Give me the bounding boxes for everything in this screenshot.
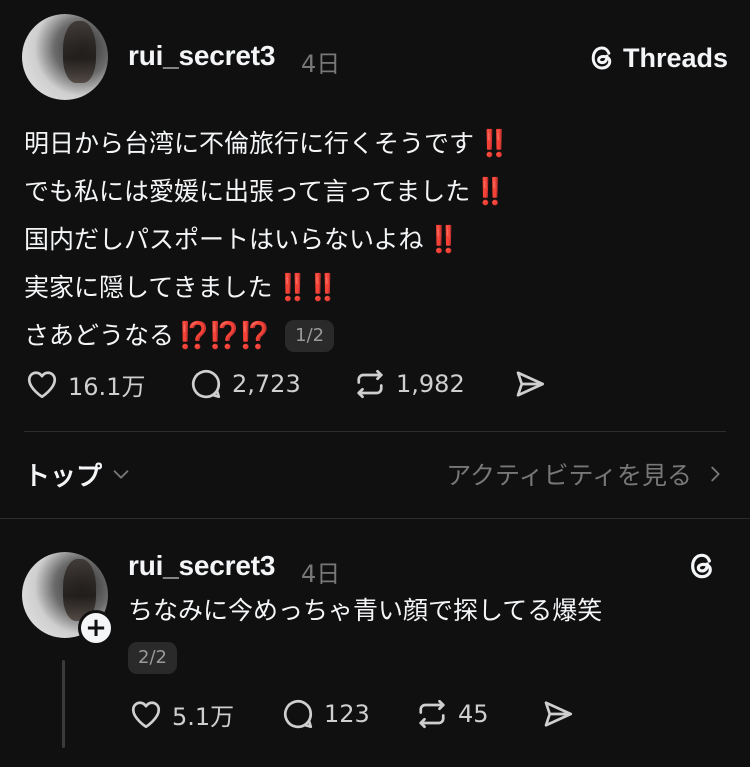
brand-name: Threads — [623, 42, 729, 73]
page-indicator: 2/2 — [128, 642, 177, 674]
post-body: 明日から台湾に不倫旅行に行くそうです ‼️ でも私には愛媛に出張って言ってました… — [24, 120, 510, 360]
post-actions: 16.1万 2,723 1,982 — [24, 366, 548, 402]
post-line: 実家に隠してきました ‼️‼️ — [24, 264, 508, 312]
comment-icon — [191, 370, 221, 399]
emoji: ⁉️⁉️⁉️ — [178, 321, 271, 351]
thread-connector — [62, 660, 65, 748]
post-line: 国内だしパスポートはいらないよね ‼️ — [24, 216, 508, 264]
heart-icon — [131, 701, 161, 729]
threads-logo-icon[interactable] — [686, 550, 718, 582]
send-icon — [516, 371, 545, 397]
divider — [0, 518, 750, 519]
reply-count: 123 — [324, 700, 370, 728]
like-button[interactable]: 16.1万 — [24, 366, 188, 402]
repost-button[interactable]: 45 — [414, 696, 540, 732]
sort-dropdown[interactable]: トップ — [24, 456, 132, 493]
send-icon — [544, 701, 573, 727]
post-line: 明日から台湾に不倫旅行に行くそうです ‼️ — [24, 120, 510, 168]
post-line: さあどうなる ⁉️⁉️⁉️ 1/2 — [24, 312, 508, 360]
emoji: ‼️‼️ — [276, 273, 340, 303]
reply-count: 2,723 — [232, 370, 301, 398]
sort-bar: トップ アクティビティを見る — [24, 452, 726, 496]
reply-text: ちなみに今めっちゃ青い顔で探してる爆笑 — [128, 596, 603, 625]
like-button[interactable]: 5.1万 — [128, 696, 280, 732]
threads-logo-icon — [591, 46, 612, 70]
repost-count: 45 — [458, 700, 489, 728]
emoji: ‼️ — [474, 177, 506, 207]
plus-icon[interactable]: + — [78, 610, 114, 646]
emoji: ‼️ — [427, 225, 460, 255]
reply-button[interactable]: 123 — [280, 696, 414, 732]
sort-label: トップ — [24, 461, 103, 492]
chevron-down-icon — [113, 470, 129, 479]
chevron-right-icon — [711, 466, 720, 482]
like-count: 5.1万 — [172, 702, 235, 731]
post-line-text: 実家に隠してきました — [24, 273, 273, 302]
repost-button[interactable]: 1,982 — [352, 366, 512, 402]
reply-button[interactable]: 2,723 — [188, 366, 352, 402]
repost-icon — [419, 699, 445, 729]
view-activity-link[interactable]: アクティビティを見る — [446, 456, 726, 492]
threads-brand[interactable]: Threads — [587, 42, 728, 74]
main-post: rui_secret3 4日 Threads 明日から台湾に不倫旅行に行くそうで… — [0, 0, 750, 432]
like-count: 16.1万 — [68, 372, 146, 401]
post-time: 4日 — [301, 50, 341, 78]
post-username[interactable]: rui_secret3 — [128, 40, 275, 72]
share-button[interactable] — [540, 696, 576, 732]
post-line-text: さあどうなる — [24, 321, 175, 350]
divider — [24, 431, 726, 432]
post-line-text: 国内だしパスポートはいらないよね — [24, 225, 424, 254]
repost-count: 1,982 — [396, 370, 465, 398]
post-line-text: でも私には愛媛に出張って言ってました — [24, 177, 471, 206]
comment-icon — [283, 700, 313, 729]
repost-icon — [357, 369, 383, 399]
share-button[interactable] — [512, 366, 548, 402]
emoji: ‼️ — [478, 129, 510, 159]
post-line-text: 明日から台湾に不倫旅行に行くそうです — [24, 129, 475, 158]
heart-icon — [27, 371, 57, 399]
reply-time: 4日 — [301, 560, 341, 588]
post-line: でも私には愛媛に出張って言ってました ‼️ — [24, 168, 508, 216]
view-activity-label: アクティビティを見る — [446, 461, 692, 490]
reply-username[interactable]: rui_secret3 — [128, 550, 275, 582]
reply-actions: 5.1万 123 45 — [128, 696, 576, 732]
avatar[interactable] — [22, 14, 108, 100]
page-indicator: 1/2 — [285, 320, 335, 352]
